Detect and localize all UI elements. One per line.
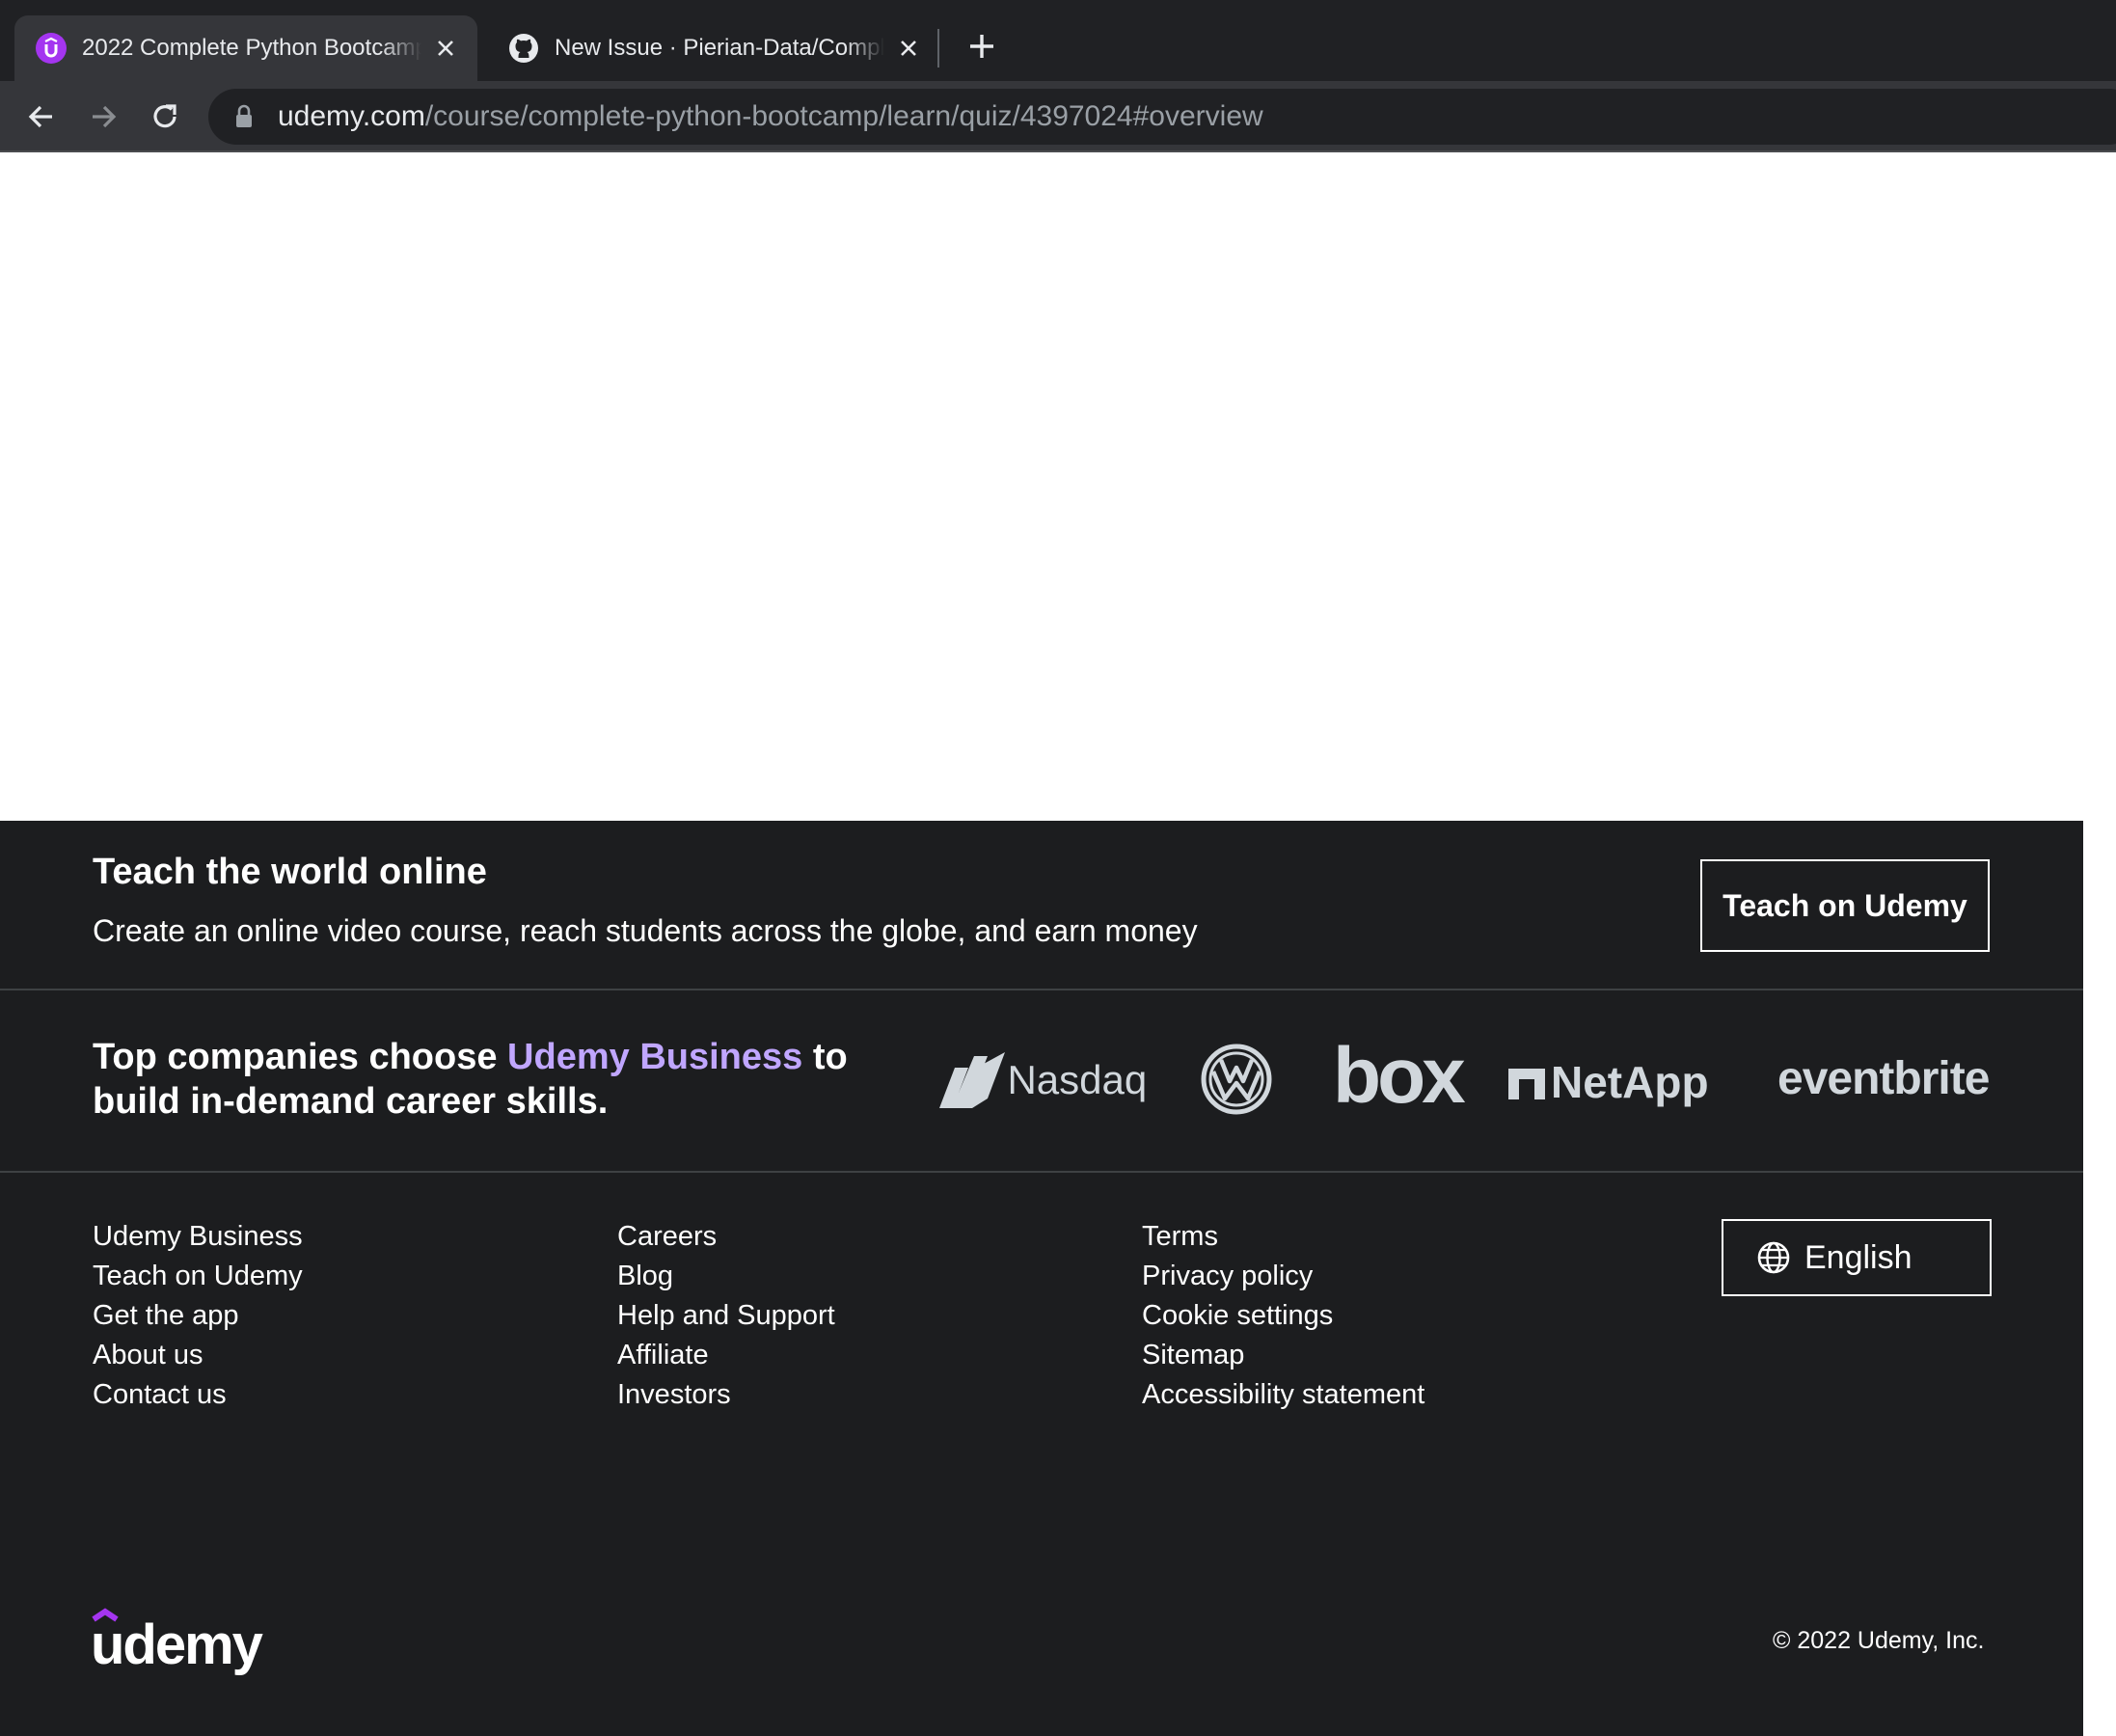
page-scroll-gutter [2083,152,2116,1736]
teach-heading: Teach the world online [93,852,487,892]
footer-links-column-3: Terms Privacy policy Cookie settings Sit… [1142,1221,1424,1422]
teach-subtitle: Create an online video course, reach stu… [93,913,1198,948]
reload-icon[interactable] [147,98,183,135]
udemy-wordmark-icon: udemy [91,1608,265,1676]
lock-icon [236,104,252,127]
site-footer: Teach the world online Create an online … [0,821,2083,1736]
eventbrite-logo: eventbrite [1777,1053,1990,1104]
business-pitch: Top companies choose Udemy Business to b… [93,1037,848,1122]
globe-icon [1757,1241,1790,1274]
footer-link-accessibility-statement[interactable]: Accessibility statement [1142,1369,1424,1422]
new-tab-plus-icon[interactable] [964,29,999,64]
browser-toolbar: udemy.com/course/complete-python-bootcam… [0,81,2116,152]
udemy-logo[interactable]: udemy [91,1606,274,1684]
tab-separator [937,29,939,68]
github-favicon-icon [509,34,538,63]
close-tab-icon[interactable] [433,36,458,61]
forward-arrow-icon[interactable] [85,98,122,135]
volkswagen-logo [1201,1044,1272,1115]
udemy-favicon-icon [36,33,67,64]
footer-link-investors[interactable]: Investors [617,1369,835,1422]
close-tab-icon[interactable] [896,36,921,61]
browser-tab-udemy[interactable]: 2022 Complete Python Bootcamp From Zero … [14,15,477,81]
page-content-blank [0,152,2083,821]
browser-tab-strip: 2022 Complete Python Bootcamp From Zero … [0,0,2116,81]
tab-title: 2022 Complete Python Bootcamp From Zero … [82,35,421,61]
svg-text:udemy: udemy [91,1614,263,1676]
back-arrow-icon[interactable] [23,98,60,135]
nasdaq-logo: Nasdaq [936,1050,1147,1110]
copyright-text: © 2022 Udemy, Inc. [1773,1627,1985,1654]
language-selector-button[interactable]: English [1722,1219,1992,1296]
url-text: udemy.com/course/complete-python-bootcam… [278,100,1263,132]
language-label: English [1804,1238,1913,1276]
footer-links-column-1: Udemy Business Teach on Udemy Get the ap… [93,1221,303,1422]
netapp-mark-icon [1508,1069,1545,1099]
box-logo: box [1333,1032,1466,1120]
footer-divider [0,989,2083,990]
footer-link-contact-us[interactable]: Contact us [93,1369,303,1422]
teach-on-udemy-button[interactable]: Teach on Udemy [1700,859,1990,952]
address-bar[interactable]: udemy.com/course/complete-python-bootcam… [208,89,2116,145]
footer-links-column-2: Careers Blog Help and Support Affiliate … [617,1221,835,1422]
tab-title: New Issue · Pierian-Data/Complete-Python… [555,35,884,61]
udemy-business-link[interactable]: Udemy Business [507,1037,802,1077]
footer-divider [0,1171,2083,1173]
netapp-logo: NetApp [1508,1056,1709,1108]
nasdaq-mark-icon [939,1052,1005,1108]
browser-tab-github[interactable]: New Issue · Pierian-Data/Complete-Python… [487,15,940,81]
